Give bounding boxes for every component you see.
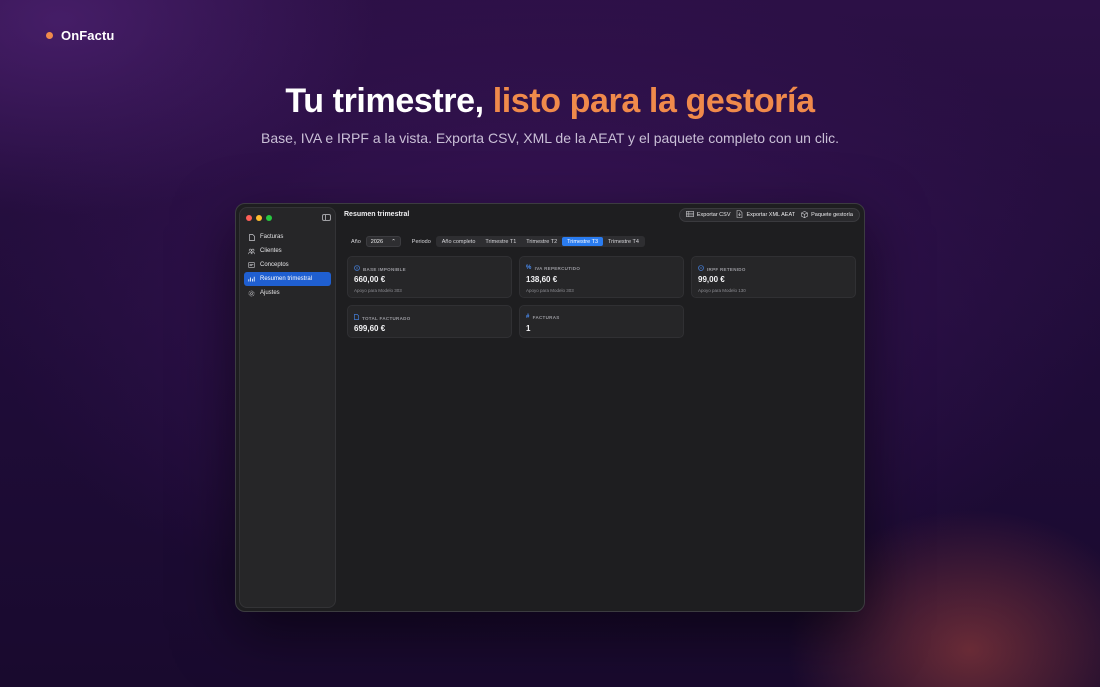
- card-title: BASE IMPONIBLE: [363, 266, 406, 272]
- package-label: Paquete gestoría: [811, 212, 853, 218]
- page-title: Resumen trimestral: [344, 211, 410, 218]
- topbar: Resumen trimestral Exportar CSV Exportar…: [339, 204, 864, 226]
- card-title: IVA REPERCUTIDO: [534, 265, 581, 271]
- gear-icon: [248, 290, 255, 297]
- card-header: IRPF RETENIDO: [698, 265, 746, 273]
- card-header: # FACTURAS: [526, 314, 560, 320]
- percent-icon: %: [526, 265, 532, 271]
- brand-name: OnFactu: [61, 28, 115, 43]
- period-label: Periodo: [411, 238, 431, 245]
- sidebar-item-label: Conceptos: [260, 262, 289, 268]
- card-value: 660,00 €: [354, 275, 386, 284]
- tag-list-icon: [248, 262, 255, 269]
- document-icon: [354, 314, 359, 322]
- close-window-button[interactable]: [246, 215, 252, 221]
- card-header: BASE IMPONIBLE: [354, 265, 406, 273]
- card-note: Apoyo para Modelo 303: [526, 288, 574, 293]
- export-xml-label: Exportar XML AEAT: [746, 212, 796, 218]
- export-csv-button[interactable]: Exportar CSV: [684, 211, 733, 219]
- app-window: Facturas Clientes Conceptos Resumen trim…: [235, 203, 865, 612]
- document-icon: [248, 233, 255, 241]
- card-note: Apoyo para Modelo 303: [354, 288, 402, 293]
- period-t3[interactable]: Trimestre T3: [562, 237, 604, 246]
- hero-title: Tu trimestre, listo para la gestoría: [0, 82, 1100, 121]
- hero-title-main: Tu trimestre,: [285, 82, 484, 120]
- minimize-window-button[interactable]: [256, 215, 262, 221]
- export-document-icon: [736, 210, 743, 220]
- year-label: Año: [351, 238, 361, 245]
- sidebar-item-ajustes[interactable]: Ajustes: [244, 286, 331, 300]
- hero-title-accent: listo para la gestoría: [492, 82, 815, 120]
- minus-circle-icon: [698, 265, 704, 273]
- year-select[interactable]: 2026 ⌃: [365, 236, 401, 247]
- sidebar-item-resumen-trimestral[interactable]: Resumen trimestral: [244, 272, 331, 286]
- card-value: 699,60 €: [354, 324, 386, 333]
- card-value: 99,00 €: [698, 275, 725, 284]
- chevron-up-down-icon: ⌃: [391, 238, 396, 245]
- table-icon: [685, 211, 694, 219]
- main-content: Resumen trimestral Exportar CSV Exportar…: [339, 204, 864, 611]
- card-total-facturado: TOTAL FACTURADO 699,60 €: [347, 305, 512, 338]
- brand-dot-icon: [46, 32, 53, 39]
- filters-bar: Año 2026 ⌃ Periodo Año completo Trimestr…: [351, 236, 645, 247]
- card-title: FACTURAS: [532, 314, 560, 320]
- money-icon: [354, 265, 360, 273]
- card-value: 138,60 €: [526, 275, 558, 284]
- period-t2[interactable]: Trimestre T2: [521, 237, 562, 246]
- export-xml-button[interactable]: Exportar XML AEAT: [734, 210, 797, 220]
- period-t4[interactable]: Trimestre T4: [603, 237, 644, 246]
- card-header: % IVA REPERCUTIDO: [526, 265, 580, 271]
- zoom-window-button[interactable]: [266, 215, 272, 221]
- card-base-imponible: BASE IMPONIBLE 660,00 € Apoyo para Model…: [347, 256, 512, 298]
- card-note: Apoyo para Modelo 130: [698, 288, 746, 293]
- card-header: TOTAL FACTURADO: [354, 314, 411, 322]
- card-facturas: # FACTURAS 1: [519, 305, 684, 338]
- card-title: TOTAL FACTURADO: [362, 315, 411, 321]
- sidebar-item-label: Resumen trimestral: [260, 276, 313, 282]
- chart-icon: [248, 276, 255, 283]
- sidebar-toggle-icon[interactable]: [322, 214, 331, 221]
- sidebar-item-facturas[interactable]: Facturas: [244, 230, 331, 244]
- period-segmented-control: Año completo Trimestre T1 Trimestre T2 T…: [435, 236, 645, 247]
- card-iva-repercutido: % IVA REPERCUTIDO 138,60 € Apoyo para Mo…: [519, 256, 684, 298]
- package-icon: [801, 210, 808, 220]
- people-icon: [248, 248, 255, 255]
- sidebar: Facturas Clientes Conceptos Resumen trim…: [239, 207, 336, 608]
- window-controls: [246, 215, 272, 221]
- period-year[interactable]: Año completo: [437, 237, 481, 246]
- sidebar-item-clientes[interactable]: Clientes: [244, 244, 331, 258]
- period-t1[interactable]: Trimestre T1: [480, 237, 521, 246]
- package-button[interactable]: Paquete gestoría: [799, 210, 855, 220]
- card-irpf-retenido: IRPF RETENIDO 99,00 € Apoyo para Modelo …: [691, 256, 856, 298]
- toolbar: Exportar CSV Exportar XML AEAT Paquete g…: [678, 208, 860, 222]
- sidebar-item-conceptos[interactable]: Conceptos: [244, 258, 331, 272]
- brand: OnFactu: [46, 28, 114, 43]
- export-csv-label: Exportar CSV: [696, 212, 731, 218]
- number-icon: #: [526, 314, 530, 320]
- card-title: IRPF RETENIDO: [707, 266, 746, 272]
- sidebar-item-label: Clientes: [260, 248, 282, 254]
- hero-subtitle: Base, IVA e IRPF a la vista. Exporta CSV…: [261, 130, 839, 146]
- sidebar-item-label: Ajustes: [260, 290, 280, 296]
- sidebar-item-label: Facturas: [260, 234, 284, 240]
- year-value: 2026: [370, 238, 384, 245]
- card-value: 1: [526, 324, 531, 333]
- sidebar-nav: Facturas Clientes Conceptos Resumen trim…: [244, 230, 331, 300]
